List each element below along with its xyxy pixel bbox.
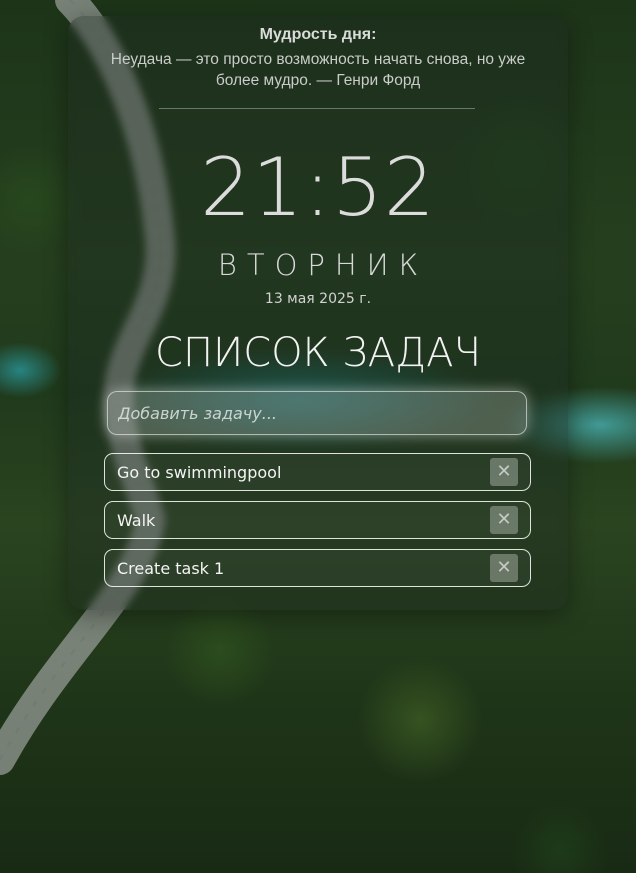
divider [159, 108, 475, 109]
weekday-label: ВТОРНИК [217, 248, 429, 282]
task-text: Walk [117, 511, 156, 530]
delete-task-button[interactable]: ✕ [490, 458, 518, 486]
quote-text: Неудача — это просто возможность начать … [110, 51, 526, 89]
task-list: Go to swimmingpool ✕ Walk ✕ Create task … [104, 453, 531, 597]
clock-time: 21:52 [200, 141, 436, 234]
task-item[interactable]: Create task 1 ✕ [104, 549, 531, 587]
task-item[interactable]: Walk ✕ [104, 501, 531, 539]
tasks-title: СПИСОК ЗАДАЧ [155, 330, 481, 376]
task-item[interactable]: Go to swimmingpool ✕ [104, 453, 531, 491]
task-text: Go to swimmingpool [117, 463, 282, 482]
delete-task-button[interactable]: ✕ [490, 506, 518, 534]
quote-title: Мудрость дня: [259, 26, 377, 43]
add-task-input[interactable] [107, 391, 527, 435]
task-text: Create task 1 [117, 559, 225, 578]
date-label: 13 мая 2025 г. [264, 291, 372, 307]
delete-task-button[interactable]: ✕ [490, 554, 518, 582]
